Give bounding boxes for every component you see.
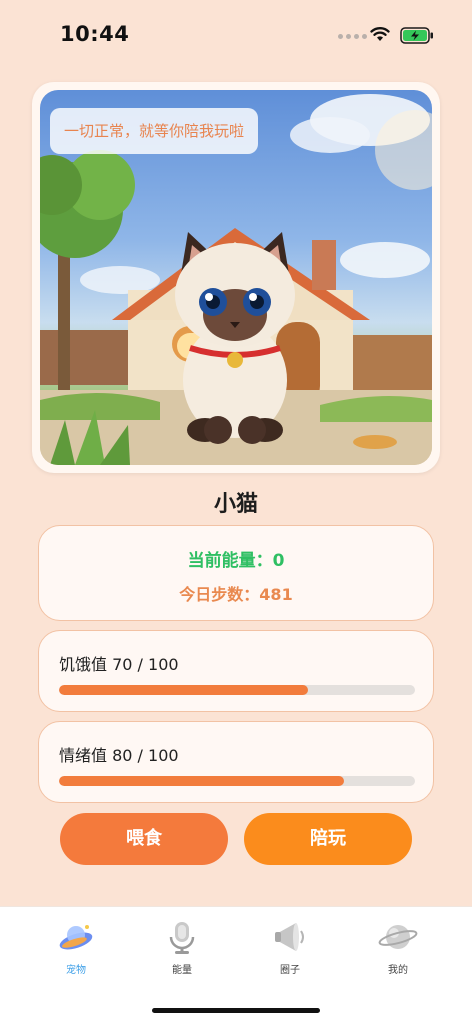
tab-energy[interactable]: 能量 <box>142 917 222 981</box>
energy-steps-panel: 当前能量：0 今日步数：481 <box>38 525 434 621</box>
microphone-icon <box>169 922 195 954</box>
feed-button[interactable]: 喂食 <box>60 813 228 865</box>
home-indicator <box>152 1008 320 1013</box>
tab-mine-label: 我的 <box>388 965 408 976</box>
hunger-meter-panel: 饥饿值 70 / 100 <box>38 630 434 712</box>
status-time: 10:44 <box>60 22 130 46</box>
planet-icon <box>378 925 418 949</box>
pet-screen: 10:44 一切正常，就等你陪我玩啦 小猫 当前能量：0 今日步数：481 饥饿… <box>0 0 472 1024</box>
tab-pet[interactable]: 宠物 <box>36 917 116 981</box>
hunger-label: 饥饿值 70 / 100 <box>59 655 179 674</box>
tab-mine[interactable]: 我的 <box>358 917 438 981</box>
bottom-tab-bar: 宠物 能量 圈子 我的 <box>0 906 472 1024</box>
today-steps: 今日步数：481 <box>179 585 293 604</box>
megaphone-icon <box>275 923 304 951</box>
pet-card: 一切正常，就等你陪我玩啦 <box>32 82 440 473</box>
tab-circle[interactable]: 圈子 <box>250 917 330 981</box>
pet-scene-image: 一切正常，就等你陪我玩啦 <box>40 90 432 465</box>
play-button[interactable]: 陪玩 <box>244 813 412 865</box>
pet-speech-bubble: 一切正常，就等你陪我玩啦 <box>50 108 259 154</box>
ufo-icon <box>59 925 93 950</box>
tab-pet-label: 宠物 <box>66 965 86 976</box>
tab-energy-label: 能量 <box>172 965 192 976</box>
mood-progress-fill <box>59 776 344 786</box>
mood-meter-panel: 情绪值 80 / 100 <box>38 721 434 803</box>
hunger-progress-fill <box>59 685 309 695</box>
mood-progress-bar <box>59 776 415 786</box>
hunger-progress-bar <box>59 685 415 695</box>
battery-charging-icon <box>400 27 433 44</box>
wifi-icon <box>370 27 390 41</box>
tab-circle-label: 圈子 <box>280 965 300 976</box>
current-energy: 当前能量：0 <box>187 551 285 571</box>
pet-name: 小猫 <box>213 492 258 517</box>
mood-label: 情绪值 80 / 100 <box>59 746 179 765</box>
signal-dots-icon <box>338 34 367 39</box>
status-bar: 10:44 <box>0 0 472 70</box>
